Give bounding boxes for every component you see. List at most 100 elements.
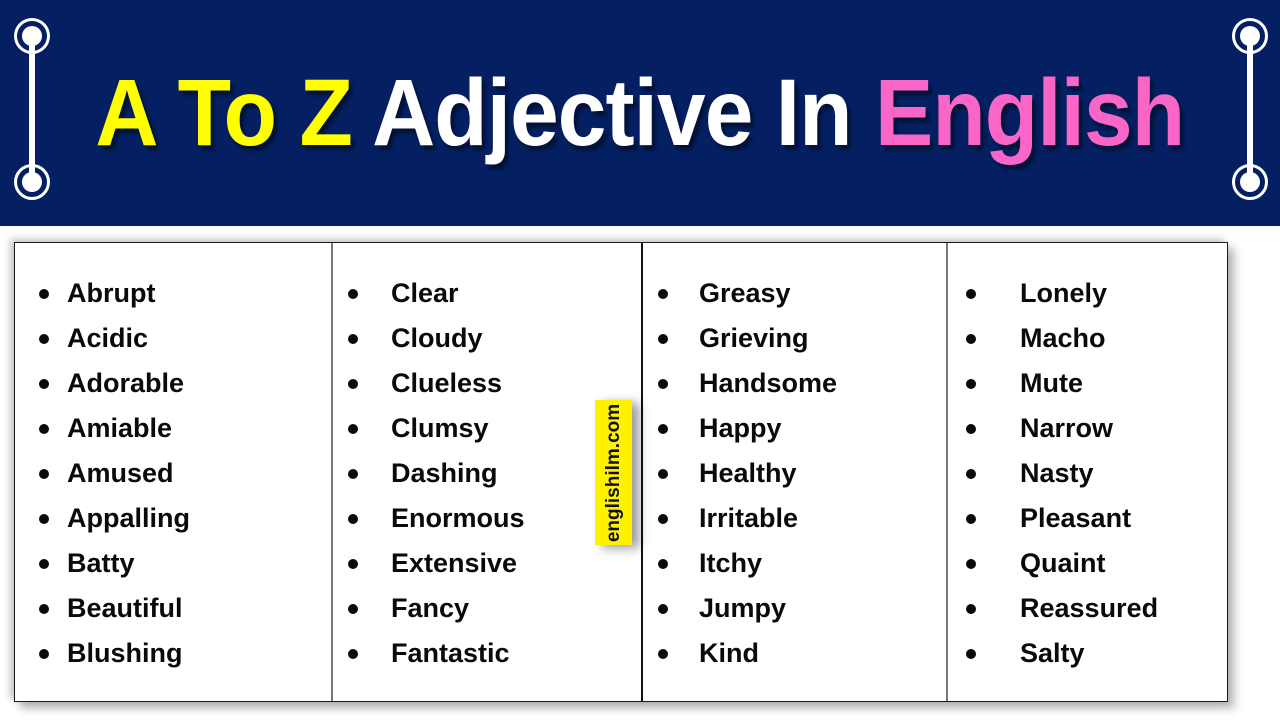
adjective-label: Grieving — [699, 323, 809, 353]
bullet-icon — [658, 468, 668, 479]
adjective-label: Healthy — [699, 458, 797, 488]
bullet-icon — [966, 468, 976, 479]
list-item: Quaint — [948, 541, 1225, 586]
list-item: Fantastic — [333, 631, 641, 676]
adjective-column-4: Lonely Macho Mute Narrow Nasty Pleasant Quaint… — [946, 243, 1225, 701]
adjective-label: Enormous — [391, 503, 525, 533]
title-part-english: English — [875, 59, 1185, 166]
adjective-label: Greasy — [699, 278, 791, 308]
adjective-label: Itchy — [699, 548, 763, 578]
adjective-label: Happy — [699, 413, 782, 443]
list-item: Amused — [15, 451, 331, 496]
list-item: Abrupt — [15, 271, 331, 316]
adjective-label: Macho — [1020, 323, 1106, 353]
list-item: Narrow — [948, 406, 1225, 451]
bullet-icon — [658, 378, 668, 389]
list-item: Salty — [948, 631, 1225, 676]
bullet-icon — [966, 378, 976, 389]
bullet-icon — [966, 333, 976, 344]
adjective-label: Mute — [1020, 368, 1083, 398]
bullet-icon — [966, 648, 976, 659]
adjective-label: Extensive — [391, 548, 518, 578]
bullet-icon — [39, 603, 49, 614]
list-item: Grieving — [643, 316, 946, 361]
poster-page: A To Z Adjective In English Abrupt Acidic… — [0, 0, 1280, 720]
list-item: Handsome — [643, 361, 946, 406]
bullet-icon — [966, 288, 976, 299]
adjective-label: Batty — [67, 548, 135, 578]
title-part-a-to-z: A To Z — [95, 59, 354, 166]
bullet-icon — [39, 558, 49, 569]
adjective-label: Fancy — [391, 593, 470, 623]
bullet-icon — [348, 333, 358, 344]
bullet-icon — [348, 558, 358, 569]
bullet-icon — [348, 513, 358, 524]
list-item: Lonely — [948, 271, 1225, 316]
adjective-label: Kind — [699, 638, 759, 668]
list-item: Nasty — [948, 451, 1225, 496]
bullet-icon — [348, 423, 358, 434]
adjective-label: Nasty — [1020, 458, 1094, 488]
bullet-icon — [39, 468, 49, 479]
adjective-label: Blushing — [67, 638, 183, 668]
list-item: Clear — [333, 271, 641, 316]
bullet-icon — [39, 378, 49, 389]
list-item: Reassured — [948, 586, 1225, 631]
list-item: Beautiful — [15, 586, 331, 631]
list-item: Kind — [643, 631, 946, 676]
bullet-icon — [658, 423, 668, 434]
adjective-list-3: Greasy Grieving Handsome Happy Healthy Irrita… — [643, 271, 946, 676]
list-item: Healthy — [643, 451, 946, 496]
adjective-label: Abrupt — [67, 278, 156, 308]
bullet-icon — [658, 558, 668, 569]
bullet-icon — [348, 603, 358, 614]
adjective-label: Handsome — [699, 368, 838, 398]
list-item: Appalling — [15, 496, 331, 541]
adjective-list-1: Abrupt Acidic Adorable Amiable Amused Appalli… — [15, 271, 331, 676]
bullet-icon — [966, 423, 976, 434]
adjective-label: Beautiful — [67, 593, 183, 623]
bullet-icon — [966, 603, 976, 614]
list-item: Cloudy — [333, 316, 641, 361]
bullet-icon — [348, 468, 358, 479]
adjective-label: Salty — [1020, 638, 1085, 668]
list-item: Happy — [643, 406, 946, 451]
bullet-icon — [658, 513, 668, 524]
adjective-label: Irritable — [699, 503, 799, 533]
watermark-label: englishilm.com — [602, 403, 624, 542]
adjective-label: Adorable — [67, 368, 185, 398]
adjective-label: Quaint — [1020, 548, 1106, 578]
adjective-label: Amiable — [67, 413, 173, 443]
adjective-label: Pleasant — [1020, 503, 1132, 533]
title-part-adjective-in: Adjective In — [372, 59, 852, 166]
bullet-icon — [39, 423, 49, 434]
bullet-icon — [348, 378, 358, 389]
adjective-label: Reassured — [1020, 593, 1159, 623]
bullet-icon — [966, 558, 976, 569]
list-item: Mute — [948, 361, 1225, 406]
list-item: Itchy — [643, 541, 946, 586]
bullet-icon — [348, 648, 358, 659]
adjective-label: Clear — [391, 278, 459, 308]
adjective-column-3: Greasy Grieving Handsome Happy Healthy Irrita… — [641, 243, 946, 701]
page-title: A To Z Adjective In English — [0, 0, 1280, 226]
adjective-column-1: Abrupt Acidic Adorable Amiable Amused Appalli… — [15, 243, 331, 701]
adjective-label: Fantastic — [391, 638, 510, 668]
adjective-label: Clumsy — [391, 413, 489, 443]
list-item: Amiable — [15, 406, 331, 451]
list-item: Irritable — [643, 496, 946, 541]
list-item: Jumpy — [643, 586, 946, 631]
adjective-label: Lonely — [1020, 278, 1108, 308]
bullet-icon — [658, 333, 668, 344]
watermark-badge: englishilm.com — [595, 400, 632, 545]
adjective-label: Clueless — [391, 368, 503, 398]
header-banner: A To Z Adjective In English — [0, 0, 1280, 226]
adjective-label: Dashing — [391, 458, 498, 488]
list-item: Batty — [15, 541, 331, 586]
list-item: Greasy — [643, 271, 946, 316]
bullet-icon — [39, 648, 49, 659]
list-item: Extensive — [333, 541, 641, 586]
adjective-label: Amused — [67, 458, 174, 488]
bullet-icon — [348, 288, 358, 299]
bullet-icon — [658, 603, 668, 614]
